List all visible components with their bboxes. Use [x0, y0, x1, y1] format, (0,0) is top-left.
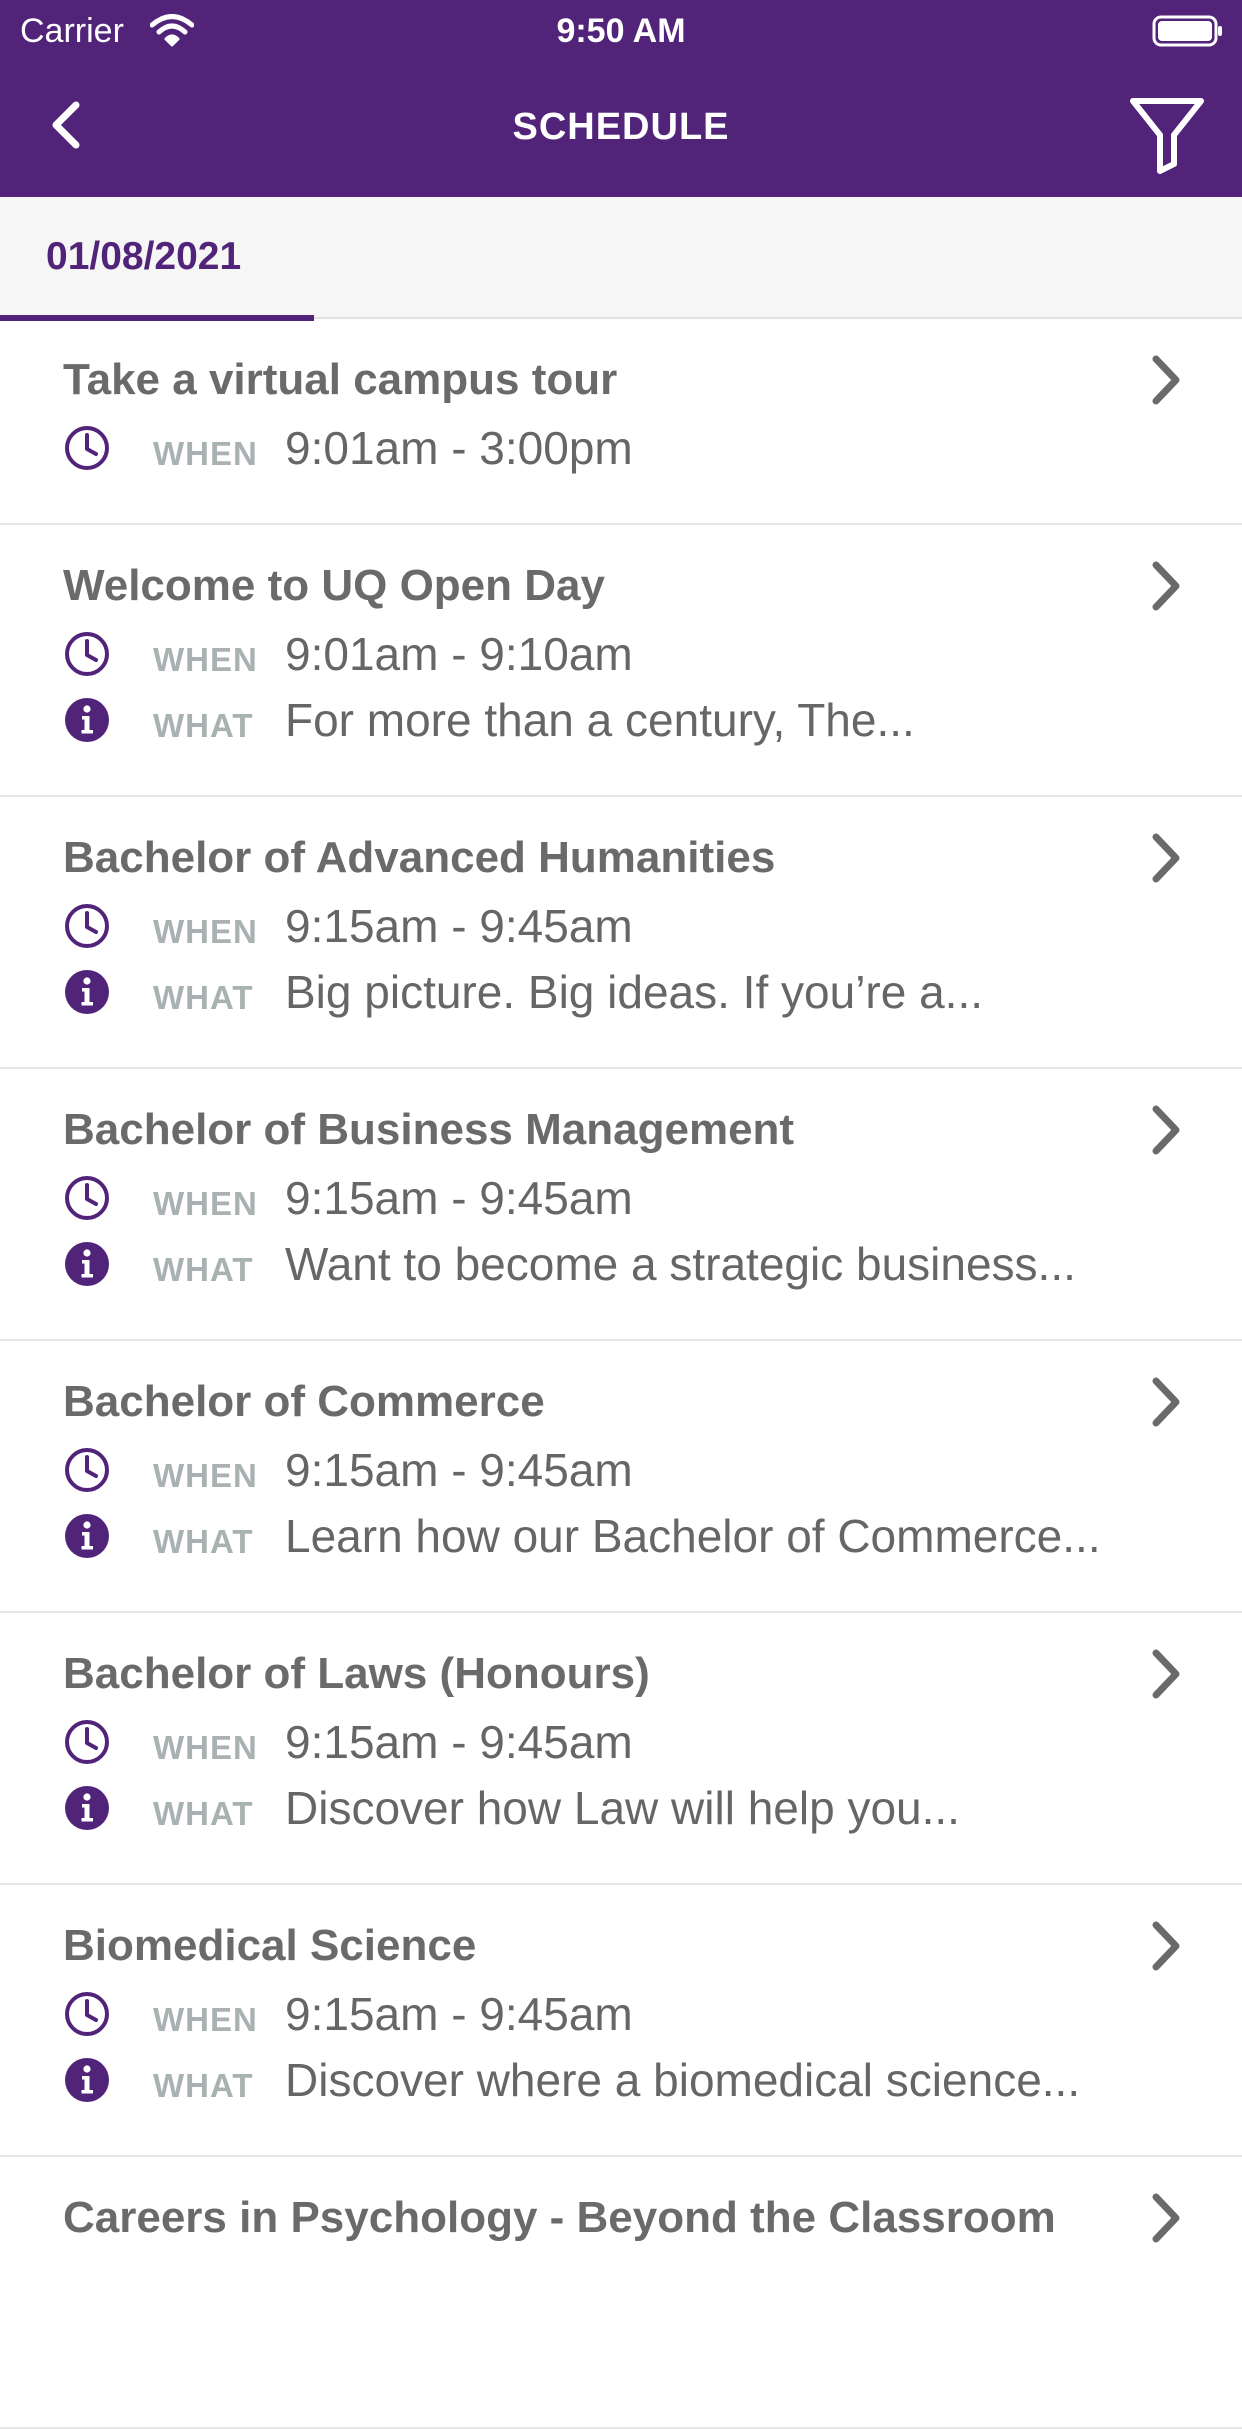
event-when-row: WHEN 9:15am - 9:45am [63, 1716, 1183, 1768]
list-item[interactable]: Careers in Psychology - Beyond the Class… [0, 2157, 1242, 2429]
event-title: Bachelor of Business Management [63, 1105, 795, 1154]
event-what-row: WHAT For more than a century, The... [63, 694, 1183, 746]
when-label: WHEN [153, 435, 258, 472]
clock-icon [65, 426, 109, 470]
chevron-right-icon [1152, 833, 1180, 883]
event-what-row: WHAT Discover how Law will help you... [63, 1782, 1183, 1834]
event-title: Take a virtual campus tour [63, 355, 618, 404]
info-icon [65, 698, 109, 742]
app-header: Carrier 9:50 AM SCHEDULE [0, 0, 1242, 197]
chevron-right-icon [1152, 1377, 1180, 1427]
event-time: 9:01am - 9:10am [285, 628, 633, 680]
list-item[interactable]: Bachelor of Laws (Honours) WHEN 9:15am -… [0, 1613, 1242, 1885]
event-description: Learn how our Bachelor of Commerce... [285, 1510, 1101, 1562]
event-time: 9:01am - 3:00pm [285, 422, 633, 474]
when-label: WHEN [153, 1457, 258, 1494]
what-label: WHAT [153, 1251, 254, 1288]
event-when-row: WHEN 9:15am - 9:45am [63, 1172, 1183, 1224]
chevron-right-icon [1152, 561, 1180, 611]
chevron-right-icon [1152, 1921, 1180, 1971]
info-icon [65, 1786, 109, 1830]
event-description: Big picture. Big ideas. If you’re a... [285, 966, 984, 1018]
battery-icon [1152, 15, 1222, 47]
event-title: Biomedical Science [63, 1921, 477, 1970]
chevron-right-icon [1152, 1649, 1180, 1699]
tab-date-label: 01/08/2021 [46, 235, 242, 278]
event-when-row: WHEN 9:15am - 9:45am [63, 1444, 1183, 1496]
list-item[interactable]: Biomedical Science WHEN 9:15am - 9:45am … [0, 1885, 1242, 2157]
what-label: WHAT [153, 1795, 254, 1832]
clock-icon [65, 1176, 109, 1220]
date-tabs: 01/08/2021 [0, 197, 1242, 321]
event-when-row: WHEN 9:15am - 9:45am [63, 900, 1183, 952]
event-title: Bachelor of Commerce [63, 1377, 545, 1426]
event-what-row: WHAT Discover where a biomedical science… [63, 2054, 1183, 2106]
tab-date[interactable]: 01/08/2021 [0, 197, 314, 321]
event-description: Want to become a strategic business... [285, 1238, 1076, 1290]
clock-icon [65, 1448, 109, 1492]
info-icon [65, 1514, 109, 1558]
clock-icon [65, 1992, 109, 2036]
info-icon [65, 1242, 109, 1286]
filter-button[interactable] [1122, 92, 1212, 178]
event-when-row: WHEN 9:01am - 3:00pm [63, 422, 1183, 474]
status-bar: Carrier 9:50 AM [0, 0, 1242, 62]
when-label: WHEN [153, 1185, 258, 1222]
info-icon [65, 970, 109, 1014]
clock-icon [65, 632, 109, 676]
clock-icon [65, 1720, 109, 1764]
what-label: WHAT [153, 1523, 254, 1560]
nav-bar: SCHEDULE [0, 62, 1242, 197]
event-description: Discover how Law will help you... [285, 1782, 960, 1834]
chevron-right-icon [1152, 2193, 1180, 2243]
event-what-row: WHAT Learn how our Bachelor of Commerce.… [63, 1510, 1183, 1562]
event-description: Discover where a biomedical science... [285, 2054, 1081, 2106]
event-description: For more than a century, The... [285, 694, 915, 746]
list-item[interactable]: Bachelor of Business Management WHEN 9:1… [0, 1069, 1242, 1341]
schedule-list: Take a virtual campus tour WHEN 9:01am -… [0, 319, 1242, 2429]
clock-icon [65, 904, 109, 948]
chevron-right-icon [1152, 355, 1180, 405]
event-time: 9:15am - 9:45am [285, 1444, 633, 1496]
event-time: 9:15am - 9:45am [285, 1172, 633, 1224]
event-title: Bachelor of Advanced Humanities [63, 833, 776, 882]
when-label: WHEN [153, 1729, 258, 1766]
event-time: 9:15am - 9:45am [285, 1716, 633, 1768]
list-item[interactable]: Take a virtual campus tour WHEN 9:01am -… [0, 319, 1242, 525]
status-time: 9:50 AM [556, 12, 686, 50]
list-item[interactable]: Bachelor of Commerce WHEN 9:15am - 9:45a… [0, 1341, 1242, 1613]
event-time: 9:15am - 9:45am [285, 900, 633, 952]
event-when-row: WHEN 9:01am - 9:10am [63, 628, 1183, 680]
page-title: SCHEDULE [512, 106, 730, 148]
info-icon [65, 2058, 109, 2102]
what-label: WHAT [153, 979, 254, 1016]
what-label: WHAT [153, 2067, 254, 2104]
event-when-row: WHEN 9:15am - 9:45am [63, 1988, 1183, 2040]
event-what-row: WHAT Want to become a strategic business… [63, 1238, 1183, 1290]
filter-icon [1130, 98, 1204, 174]
event-title: Welcome to UQ Open Day [63, 561, 605, 610]
event-title: Careers in Psychology - Beyond the Class… [63, 2193, 1056, 2242]
event-time: 9:15am - 9:45am [285, 1988, 633, 2040]
when-label: WHEN [153, 641, 258, 678]
list-item[interactable]: Bachelor of Advanced Humanities WHEN 9:1… [0, 797, 1242, 1069]
event-what-row: WHAT Big picture. Big ideas. If you’re a… [63, 966, 1183, 1018]
chevron-right-icon [1152, 1105, 1180, 1155]
what-label: WHAT [153, 707, 254, 744]
list-item[interactable]: Welcome to UQ Open Day WHEN 9:01am - 9:1… [0, 525, 1242, 797]
when-label: WHEN [153, 913, 258, 950]
when-label: WHEN [153, 2001, 258, 2038]
event-title: Bachelor of Laws (Honours) [63, 1649, 650, 1698]
